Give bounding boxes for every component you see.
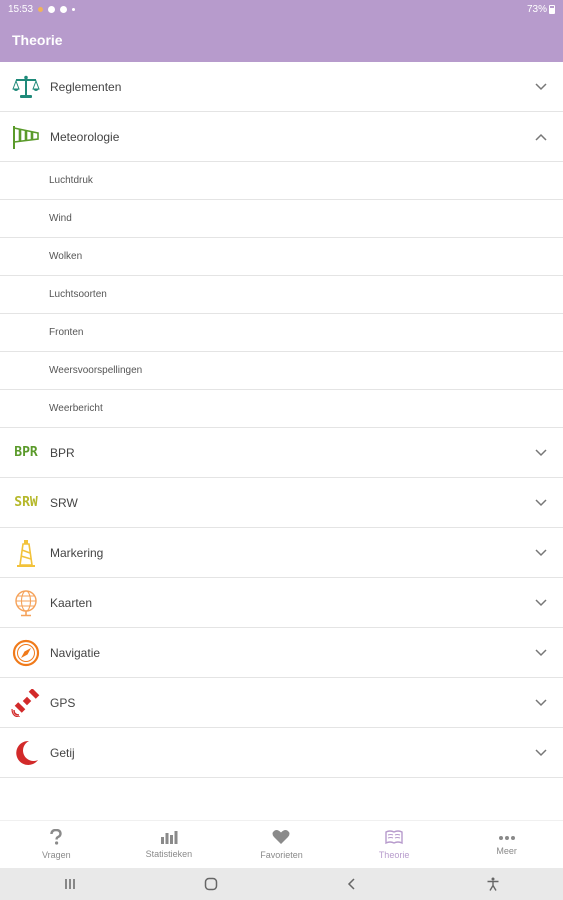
chevron-down-icon — [519, 648, 563, 657]
notification-icon — [60, 5, 68, 13]
section-label: Reglementen — [50, 79, 122, 94]
app-bar: Theorie — [0, 18, 563, 62]
srw-icon: SRW — [14, 495, 38, 510]
book-icon — [384, 829, 404, 847]
chevron-down-icon — [519, 498, 563, 507]
nav-statistieken[interactable]: Statistieken — [113, 821, 226, 868]
globe-icon — [0, 589, 50, 617]
system-navigation-bar — [0, 868, 563, 900]
list-item-weersvoorspellingen[interactable]: Weersvoorspellingen — [0, 352, 563, 390]
section-label: GPS — [50, 695, 76, 710]
chevron-down-icon — [519, 548, 563, 557]
bpr-icon: BPR — [14, 445, 38, 460]
bar-chart-icon — [160, 830, 178, 846]
satellite-icon — [0, 688, 50, 717]
section-label: SRW — [50, 495, 78, 510]
section-label: Kaarten — [50, 595, 93, 610]
notification-icon — [48, 5, 56, 13]
nav-label: Vragen — [41, 850, 71, 860]
page-title: Theorie — [12, 32, 63, 48]
theory-list: Reglementen Meteorologie Luchtdruk Wind … — [0, 62, 563, 820]
section-markering[interactable]: Markering — [0, 528, 563, 578]
list-item-fronten[interactable]: Fronten — [0, 314, 563, 352]
notification-icon — [38, 6, 44, 12]
home-icon[interactable] — [191, 877, 231, 891]
chevron-down-icon — [519, 598, 563, 607]
notification-dot-icon — [72, 7, 76, 11]
chevron-down-icon — [519, 448, 563, 457]
chevron-down-icon — [519, 698, 563, 707]
windsock-icon — [0, 124, 50, 150]
nav-label: Theorie — [378, 850, 410, 860]
nav-label: Favorieten — [260, 850, 303, 860]
chevron-down-icon — [519, 748, 563, 757]
section-navigatie[interactable]: Navigatie — [0, 628, 563, 678]
nav-label: Statistieken — [145, 849, 193, 859]
nav-theorie[interactable]: Theorie — [338, 821, 451, 868]
status-time: 15:53 — [8, 3, 34, 15]
section-label: Getij — [50, 745, 75, 760]
nav-label: Meer — [496, 846, 517, 856]
section-reglementen[interactable]: Reglementen — [0, 62, 563, 112]
status-bar: 15:53 73% — [0, 0, 563, 18]
bottom-navigation: Vragen Statistieken Favorieten Theorie M… — [0, 820, 563, 868]
chevron-down-icon — [519, 82, 563, 91]
list-item-wind[interactable]: Wind — [0, 200, 563, 238]
back-icon[interactable] — [332, 878, 372, 890]
moon-icon — [0, 739, 50, 767]
chevron-up-icon — [519, 133, 563, 141]
section-meteorologie[interactable]: Meteorologie — [0, 112, 563, 162]
list-item-luchtsoorten[interactable]: Luchtsoorten — [0, 276, 563, 314]
section-gps[interactable]: GPS — [0, 678, 563, 728]
list-item-weerbericht[interactable]: Weerbericht — [0, 390, 563, 428]
section-label: Markering — [50, 545, 104, 560]
section-kaarten[interactable]: Kaarten — [0, 578, 563, 628]
section-bpr[interactable]: BPR BPR — [0, 428, 563, 478]
section-getij[interactable]: Getij — [0, 728, 563, 778]
nav-vragen[interactable]: Vragen — [0, 821, 113, 868]
question-icon — [49, 828, 63, 847]
list-item-luchtdruk[interactable]: Luchtdruk — [0, 162, 563, 200]
scales-icon — [0, 74, 50, 100]
accessibility-icon[interactable] — [473, 877, 513, 891]
recent-apps-icon[interactable] — [50, 878, 90, 890]
battery-icon — [549, 4, 555, 14]
section-label: Navigatie — [50, 645, 101, 660]
section-label: Meteorologie — [50, 129, 120, 144]
heart-icon — [272, 829, 290, 847]
list-item-wolken[interactable]: Wolken — [0, 238, 563, 276]
battery-level: 73% — [526, 3, 547, 15]
section-srw[interactable]: SRW SRW — [0, 478, 563, 528]
compass-icon — [0, 639, 50, 667]
lighthouse-icon — [0, 538, 50, 568]
nav-meer[interactable]: Meer — [450, 821, 563, 868]
more-icon — [498, 833, 516, 843]
section-label: BPR — [50, 445, 75, 460]
nav-favorieten[interactable]: Favorieten — [225, 821, 338, 868]
